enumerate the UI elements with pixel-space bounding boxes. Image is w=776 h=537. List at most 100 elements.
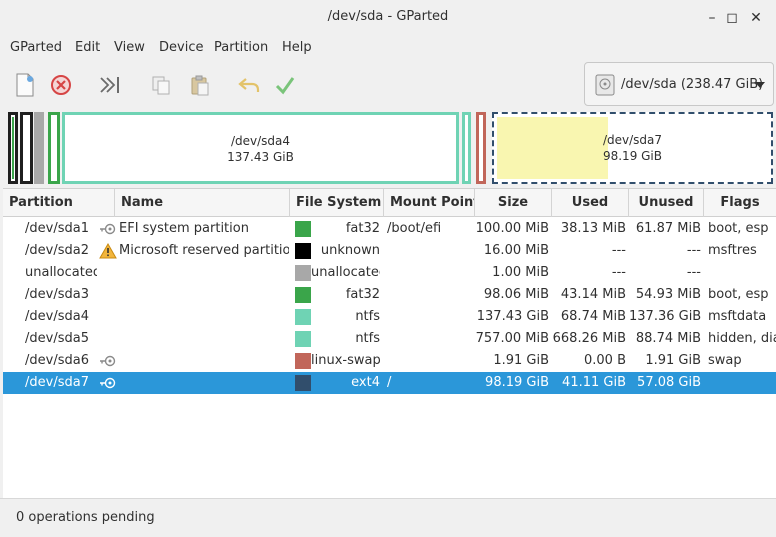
table-header: Partition Name File System Mount Point S… (3, 189, 776, 217)
partition-table: Partition Name File System Mount Point S… (3, 188, 776, 498)
undo-icon[interactable] (236, 72, 262, 98)
table-row[interactable]: unallocated unallocated 1.00 MiB --- --- (3, 262, 776, 284)
col-flags[interactable]: Flags (704, 189, 776, 217)
col-mount-point[interactable]: Mount Point (384, 189, 475, 217)
cell-name (119, 372, 289, 394)
diskmap-segment-sda1[interactable] (8, 112, 18, 184)
cell-flags: swap (708, 353, 742, 368)
cell-size: 98.19 GiB (485, 375, 549, 390)
cell-name (119, 328, 289, 350)
table-row[interactable]: /dev/sda7 ext4 / 98.19 GiB 41.11 GiB 57.08 Gi… (3, 372, 776, 394)
table-row[interactable]: /dev/sda2 Microsoft reserved partition unk… (3, 240, 776, 262)
disk-map: /dev/sda4 137.43 GiB /dev/sda7 98.19 GiB (6, 112, 774, 184)
cell-mount-point: /boot/efi (387, 221, 442, 236)
status-text: 0 operations pending (16, 510, 155, 525)
fs-color-swatch (295, 353, 311, 369)
menu-partition[interactable]: Partition (214, 40, 268, 55)
diskmap-segment-sda7[interactable]: /dev/sda7 98.19 GiB (492, 112, 773, 184)
copy-icon[interactable] (148, 72, 174, 98)
cell-mount-point (387, 262, 473, 284)
cell-unused: 61.87 MiB (635, 221, 701, 236)
cell-used: 0.00 B (584, 353, 626, 368)
cell-flags (708, 262, 776, 284)
cell-used: 41.11 GiB (562, 375, 626, 390)
diskmap-segment-sda3[interactable] (48, 112, 60, 184)
cell-size: 98.06 MiB (483, 287, 549, 302)
paste-icon[interactable] (187, 72, 213, 98)
delete-icon[interactable] (48, 72, 74, 98)
col-size[interactable]: Size (475, 189, 552, 217)
cell-flags: hidden, diag (708, 331, 776, 346)
apply-icon[interactable] (272, 72, 298, 98)
diskmap-segment-sda4[interactable]: /dev/sda4 137.43 GiB (62, 112, 459, 184)
minimize-button[interactable]: – (703, 9, 721, 27)
fs-color-swatch (295, 287, 311, 303)
sda4-name: /dev/sda4 (230, 134, 291, 148)
device-label: /dev/sda (238.47 GiB) (621, 77, 764, 92)
table-row[interactable]: /dev/sda6 linux-swap 1.91 GiB 0.00 B 1.91 Gi… (3, 350, 776, 372)
fs-color-swatch (295, 265, 311, 281)
fs-color-swatch (295, 331, 311, 347)
cell-used: --- (611, 265, 626, 280)
sda4-size: 137.43 GiB (227, 150, 294, 164)
cell-unused: 137.36 GiB (629, 309, 701, 324)
menu-gparted[interactable]: GParted (10, 40, 62, 55)
col-used[interactable]: Used (552, 189, 629, 217)
menu-edit[interactable]: Edit (75, 40, 100, 55)
cell-file-system: ext4 (351, 375, 380, 390)
fs-color-swatch (295, 243, 311, 259)
cell-name: Microsoft reserved partition (119, 243, 289, 258)
cell-partition: /dev/sda3 (25, 287, 89, 302)
cell-unused: 88.74 MiB (635, 331, 701, 346)
maximize-button[interactable]: ◻ (723, 9, 741, 27)
col-file-system[interactable]: File System (290, 189, 384, 217)
cell-partition: /dev/sda7 (25, 375, 89, 390)
cell-flags: boot, esp (708, 221, 769, 236)
table-row[interactable]: /dev/sda5 ntfs 757.00 MiB 668.26 MiB 88.74 M… (3, 328, 776, 350)
resize-move-icon[interactable] (97, 72, 123, 98)
key-icon (99, 355, 117, 367)
fs-color-swatch (295, 375, 311, 391)
cell-mount-point (387, 350, 473, 372)
cell-file-system: unallocated (311, 265, 380, 280)
menu-view[interactable]: View (114, 40, 145, 55)
cell-partition: /dev/sda1 (25, 221, 89, 236)
close-button[interactable]: ✕ (747, 9, 765, 27)
menu-device[interactable]: Device (159, 40, 203, 55)
table-row[interactable]: /dev/sda4 ntfs 137.43 GiB 68.74 MiB 137.36 G… (3, 306, 776, 328)
menu-help[interactable]: Help (282, 40, 312, 55)
col-name[interactable]: Name (115, 189, 290, 217)
cell-used: --- (611, 243, 626, 258)
table-row[interactable]: /dev/sda3 fat32 98.06 MiB 43.14 MiB 54.93 Mi… (3, 284, 776, 306)
cell-size: 757.00 MiB (475, 331, 549, 346)
cell-file-system: ntfs (355, 309, 380, 324)
new-icon[interactable] (12, 72, 38, 98)
warning-icon (99, 242, 117, 259)
cell-name (119, 284, 289, 306)
cell-file-system: fat32 (345, 221, 380, 236)
col-unused[interactable]: Unused (629, 189, 704, 217)
cell-file-system: unknown (320, 243, 380, 258)
diskmap-segment-sda2[interactable] (20, 112, 33, 184)
diskmap-segment-sda5[interactable] (462, 112, 471, 184)
device-selector[interactable]: /dev/sda (238.47 GiB) (584, 62, 774, 106)
cell-name (119, 262, 289, 284)
cell-unused: --- (686, 243, 701, 258)
cell-mount-point (387, 240, 473, 262)
cell-unused: 1.91 GiB (645, 353, 701, 368)
cell-used: 668.26 MiB (552, 331, 626, 346)
window-title: /dev/sda - GParted (327, 9, 449, 24)
diskmap-segment-sda6[interactable] (476, 112, 486, 184)
table-row[interactable]: /dev/sda1 EFI system partition fat32/boot/… (3, 218, 776, 240)
cell-file-system: ntfs (355, 331, 380, 346)
key-icon (99, 223, 117, 235)
cell-partition: unallocated (25, 265, 97, 280)
diskmap-segment-unallocated[interactable] (34, 112, 44, 184)
cell-flags: msftres (708, 243, 757, 258)
col-partition[interactable]: Partition (3, 189, 115, 217)
cell-mount-point (387, 306, 473, 328)
cell-unused: 57.08 GiB (637, 375, 701, 390)
cell-partition: /dev/sda6 (25, 353, 89, 368)
cell-size: 1.00 MiB (492, 265, 549, 280)
cell-size: 100.00 MiB (475, 221, 549, 236)
